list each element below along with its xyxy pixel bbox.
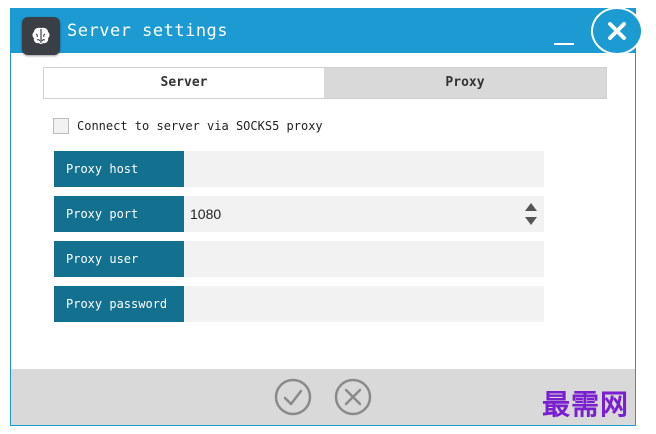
tab-bar: Server Proxy bbox=[43, 67, 607, 99]
close-button[interactable] bbox=[591, 7, 643, 55]
title-bar[interactable]: Server settings bbox=[11, 7, 643, 55]
cancel-button[interactable] bbox=[333, 377, 373, 417]
proxy-user-label: Proxy user bbox=[54, 241, 184, 277]
checkmark-circle-icon bbox=[274, 378, 312, 416]
proxy-password-input[interactable] bbox=[184, 286, 544, 322]
brain-icon bbox=[32, 27, 50, 44]
socks5-checkbox-label[interactable]: Connect to server via SOCKS5 proxy bbox=[77, 119, 323, 133]
proxy-host-row: Proxy host bbox=[54, 151, 544, 187]
proxy-host-label: Proxy host bbox=[54, 151, 184, 187]
window-title: Server settings bbox=[67, 21, 229, 41]
x-circle-icon bbox=[334, 378, 372, 416]
proxy-port-input[interactable] bbox=[184, 196, 544, 232]
socks5-checkbox[interactable] bbox=[53, 118, 69, 134]
minimize-button[interactable] bbox=[551, 29, 577, 47]
server-settings-window: Server settings Server Proxy Connect to … bbox=[10, 7, 643, 426]
close-icon bbox=[608, 22, 626, 40]
spin-down-icon[interactable] bbox=[524, 215, 538, 227]
proxy-host-input[interactable] bbox=[184, 151, 544, 187]
proxy-port-row: Proxy port bbox=[54, 196, 544, 232]
app-icon bbox=[22, 17, 60, 55]
watermark-logo: 最需网 bbox=[542, 388, 630, 421]
ok-button[interactable] bbox=[273, 377, 313, 417]
proxy-password-label: Proxy password bbox=[54, 286, 184, 322]
tab-server[interactable]: Server bbox=[44, 68, 324, 98]
spin-up-icon[interactable] bbox=[524, 201, 538, 213]
proxy-user-input[interactable] bbox=[184, 241, 544, 277]
proxy-port-label: Proxy port bbox=[54, 196, 184, 232]
proxy-user-row: Proxy user bbox=[54, 241, 544, 277]
tab-proxy[interactable]: Proxy bbox=[324, 68, 606, 98]
proxy-password-row: Proxy password bbox=[54, 286, 544, 322]
socks5-option: Connect to server via SOCKS5 proxy bbox=[53, 117, 323, 135]
